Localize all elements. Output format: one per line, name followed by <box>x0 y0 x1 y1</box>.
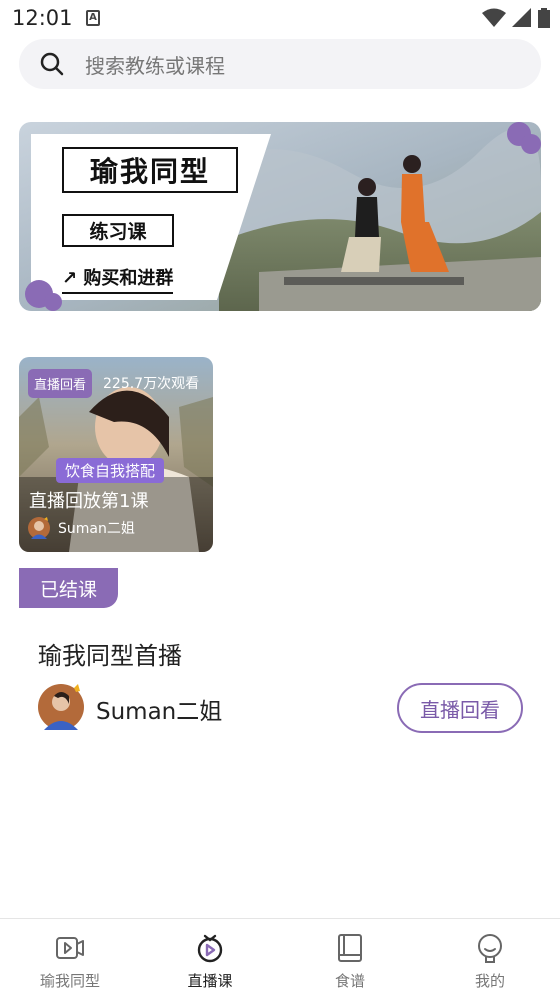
nav-label-home: 瑜我同型 <box>39 972 100 990</box>
banner-title: 瑜我同型 <box>89 155 210 188</box>
search-bar[interactable]: 搜索教练或课程 <box>19 39 541 89</box>
nav-item-live[interactable]: 直播课 <box>140 919 280 998</box>
video-icon <box>56 937 84 959</box>
author-avatar <box>28 517 50 539</box>
nav-item-home[interactable]: 瑜我同型 <box>0 919 140 998</box>
nav-item-recipes[interactable]: 食谱 <box>280 919 420 998</box>
banner-cta-label: ↗ 购买和进群 <box>62 268 174 289</box>
host-name: Suman二姐 <box>96 699 223 725</box>
banner-title-box: 瑜我同型 <box>62 147 238 193</box>
bottom-nav: 瑜我同型 直播课 食谱 我的 <box>0 918 560 997</box>
course-card[interactable]: 直播回看 225.7万次观看 饮食自我搭配 直播回放第1课 Suman二姐 <box>19 357 213 552</box>
battery-icon <box>538 8 550 28</box>
status-badge: 已结课 <box>19 568 118 608</box>
signal-icon <box>512 8 531 27</box>
profile-icon <box>478 934 502 963</box>
replay-tag: 直播回看 <box>28 369 93 398</box>
search-icon <box>40 52 64 76</box>
wifi-icon <box>482 8 506 27</box>
book-icon <box>338 934 362 962</box>
promo-banner[interactable]: 瑜我同型 练习课 ↗ 购买和进群 <box>19 122 541 311</box>
live-replay-button[interactable]: 直播回看 <box>397 683 523 733</box>
banner-subtitle-box: 练习课 <box>62 214 174 247</box>
nav-label-recipes: 食谱 <box>334 972 365 990</box>
live-session-title: 瑜我同型首播 <box>38 642 182 670</box>
nav-label-profile: 我的 <box>474 972 505 990</box>
course-title: 直播回放第1课 <box>29 491 149 512</box>
view-count: 225.7万次观看 <box>103 376 200 392</box>
status-time: 12:01 <box>12 6 73 30</box>
card-author-name: Suman二姐 <box>58 521 135 537</box>
live-icon <box>197 934 223 963</box>
card-highlight-label: 饮食自我搭配 <box>56 458 165 483</box>
notification-a-icon: A <box>86 10 100 26</box>
status-bar: 12:01 A <box>0 0 560 38</box>
banner-subtitle: 练习课 <box>89 221 147 243</box>
status-icons <box>482 8 550 28</box>
search-input[interactable]: 搜索教练或课程 <box>85 50 225 79</box>
card-author: Suman二姐 <box>28 517 135 539</box>
nav-item-profile[interactable]: 我的 <box>420 919 560 998</box>
banner-cta[interactable]: ↗ 购买和进群 <box>62 264 174 294</box>
avatar[interactable] <box>38 684 84 730</box>
nav-label-live: 直播课 <box>187 972 233 990</box>
